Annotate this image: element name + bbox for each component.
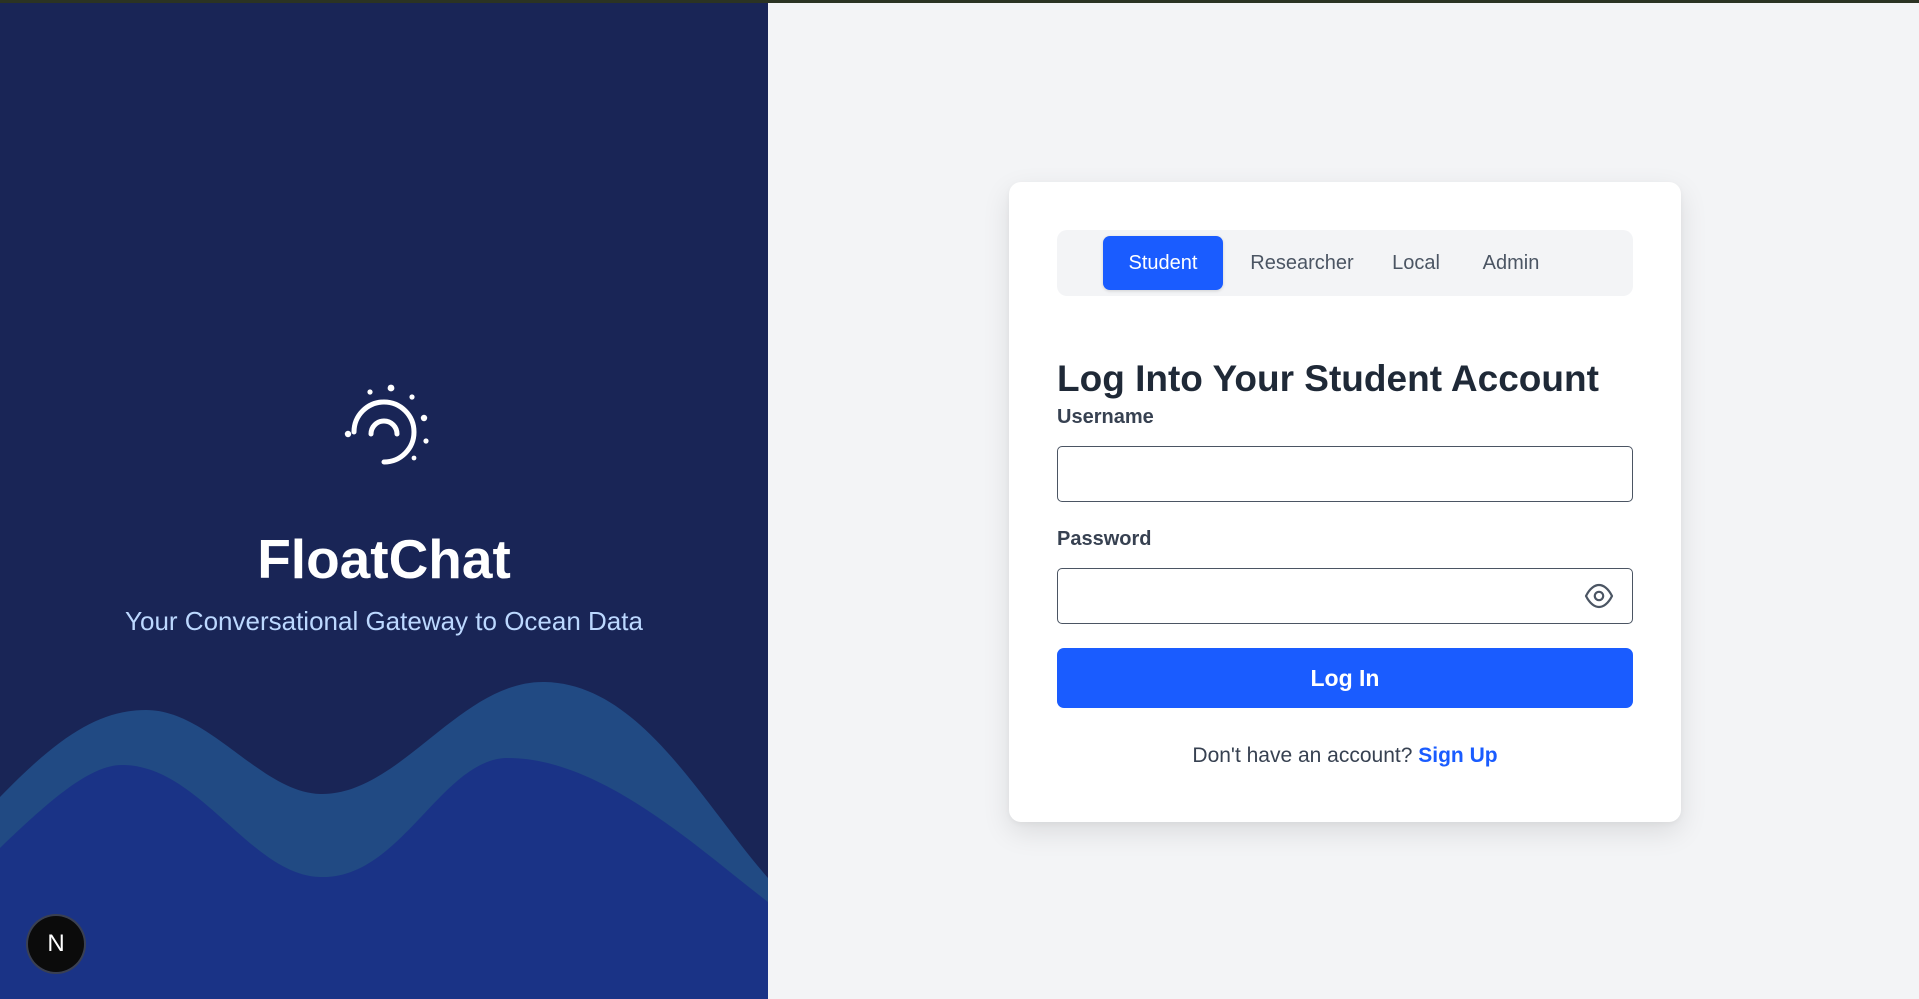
password-field[interactable] (1057, 568, 1633, 624)
username-field[interactable] (1057, 446, 1633, 502)
top-border (0, 0, 1919, 3)
page-title: Log Into Your Student Account (1057, 357, 1599, 399)
signup-link[interactable]: Sign Up (1418, 744, 1497, 767)
eye-icon[interactable] (1584, 582, 1614, 610)
tab-researcher[interactable]: Researcher (1239, 236, 1365, 290)
tab-student[interactable]: Student (1103, 236, 1223, 290)
login-card: Student Researcher Local Admin Log Into … (1009, 182, 1681, 822)
brand-tagline: Your Conversational Gateway to Ocean Dat… (125, 606, 643, 636)
tab-admin[interactable]: Admin (1467, 236, 1555, 290)
tab-local[interactable]: Local (1377, 236, 1455, 290)
gauge-dots-icon (344, 384, 429, 465)
signup-prompt: Don't have an account? (1192, 744, 1413, 767)
password-label: Password (1057, 528, 1152, 550)
nextjs-icon: N (47, 930, 65, 957)
signup-row: Don't have an account? Sign Up (1057, 744, 1633, 768)
username-label: Username (1057, 406, 1154, 428)
brand-panel: FloatChat Your Conversational Gateway to… (0, 0, 768, 999)
login-button[interactable]: Log In (1057, 648, 1633, 708)
role-tabs: Student Researcher Local Admin (1057, 230, 1633, 296)
ocean-waves (0, 681, 768, 999)
brand-title: FloatChat (257, 528, 511, 590)
nextjs-dev-badge[interactable]: N (28, 916, 84, 972)
